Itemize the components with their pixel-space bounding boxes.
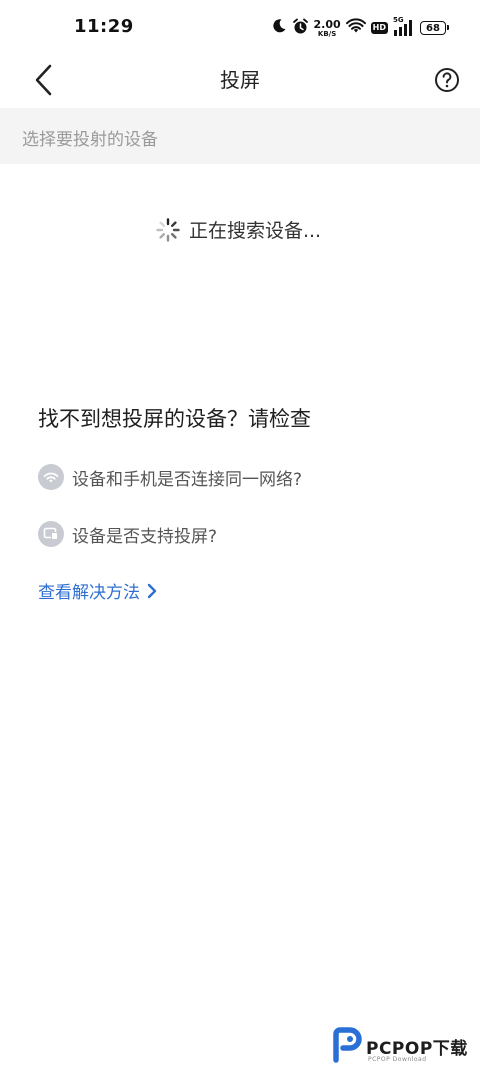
pcpop-logo-icon bbox=[333, 1027, 362, 1063]
wifi-icon bbox=[38, 464, 64, 490]
network-speed: 2.00 KB/S bbox=[314, 19, 341, 38]
watermark-logo: PCPOP下载 PCPOP Download bbox=[330, 1026, 476, 1066]
question-mark-icon bbox=[435, 68, 459, 92]
help-button[interactable] bbox=[428, 61, 466, 99]
check-item-label: 设备和手机是否连接同一网络? bbox=[72, 469, 303, 490]
moon-icon bbox=[271, 18, 287, 38]
watermark-subtitle: PCPOP Download bbox=[368, 1056, 427, 1063]
cell-signal-icon: 5G bbox=[393, 16, 415, 37]
searching-text: 正在搜索设备... bbox=[188, 220, 322, 242]
help-title: 找不到想投屏的设备？请检查 bbox=[38, 407, 311, 431]
loading-spinner-icon bbox=[156, 217, 180, 242]
battery-icon: 68 bbox=[420, 21, 449, 35]
check-item-label: 设备是否支持投屏? bbox=[72, 526, 218, 547]
network-type-label: 5G bbox=[393, 16, 404, 24]
searching-indicator: 正在搜索设备... bbox=[0, 216, 478, 243]
section-header: 选择要投射的设备 bbox=[0, 108, 480, 164]
cast-icon bbox=[38, 521, 64, 547]
alarm-icon bbox=[292, 18, 309, 39]
status-time: 11:29 bbox=[74, 16, 134, 37]
page-title: 投屏 bbox=[220, 68, 260, 92]
status-icons: 2.00 KB/S HD 5G 68 bbox=[271, 16, 449, 40]
chevron-right-icon bbox=[147, 583, 157, 598]
battery-level: 68 bbox=[426, 22, 440, 34]
network-speed-unit: KB/S bbox=[317, 29, 337, 38]
section-header-label: 选择要投射的设备 bbox=[22, 130, 158, 150]
view-solution-label: 查看解决方法 bbox=[38, 583, 140, 603]
check-item-network: 设备和手机是否连接同一网络? bbox=[38, 463, 302, 491]
nav-bar: 投屏 bbox=[0, 54, 480, 106]
wifi-status-icon bbox=[345, 18, 366, 38]
status-bar: 11:29 2.00 KB/S HD 5G 68 bbox=[0, 0, 480, 54]
view-solution-link[interactable]: 查看解决方法 bbox=[38, 578, 158, 603]
check-item-cast-support: 设备是否支持投屏? bbox=[38, 520, 217, 548]
hd-badge: HD bbox=[370, 22, 388, 34]
network-speed-value: 2.00 bbox=[313, 17, 341, 31]
